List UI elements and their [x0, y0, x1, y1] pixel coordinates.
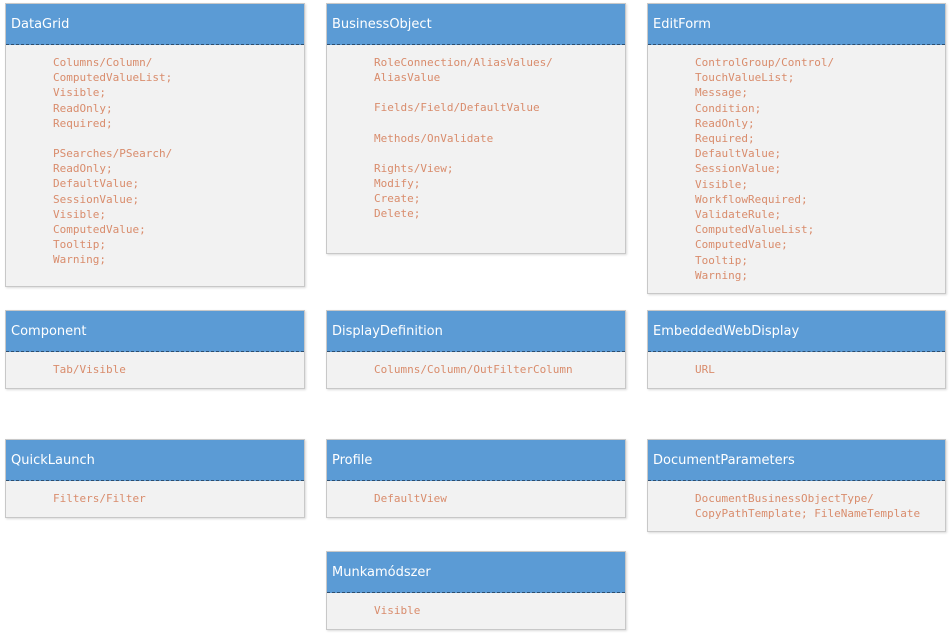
box-title: EditForm [648, 4, 945, 45]
box-title: Munkamódszer [327, 552, 625, 593]
property-line: DefaultView [374, 492, 447, 505]
box-title: DisplayDefinition [327, 311, 625, 352]
property-line: Condition; [695, 101, 762, 115]
property-line: Required; [695, 132, 755, 146]
property-group: URL [695, 362, 945, 377]
box-body: Columns/Column/ComputedValueList; Visible… [6, 45, 304, 268]
property-group: Tab/Visible [53, 362, 304, 377]
property-line: DocumentBusinessObjectType/ [695, 492, 874, 505]
box-body: Columns/Column/OutFilterColumn [327, 352, 625, 377]
property-group: Columns/Column/ComputedValueList; Visible… [53, 55, 304, 131]
box-title: EmbeddedWebDisplay [648, 311, 945, 352]
property-line: Columns/Column/ [53, 56, 153, 69]
property-group: Filters/Filter [53, 491, 304, 506]
box-munkamodszer: Munkamódszer Visible [326, 551, 626, 630]
box-title: Component [6, 311, 304, 352]
property-group: DefaultView [374, 491, 625, 506]
property-line: ComputedValueList; [695, 223, 815, 237]
property-line: Fields/Field/DefaultValue [374, 101, 540, 115]
box-title: Profile [327, 440, 625, 481]
box-body: URL [648, 352, 945, 377]
box-body: Tab/Visible [6, 352, 304, 377]
property-line: Visible; [695, 177, 748, 191]
box-editform: EditForm ControlGroup/Control/TouchValue… [647, 3, 946, 294]
property-line: Visible [374, 604, 421, 617]
property-group: DocumentBusinessObjectType/CopyPathTempl… [695, 491, 945, 521]
property-line: Tooltip; [53, 238, 106, 252]
box-documentparameters: DocumentParameters DocumentBusinessObjec… [647, 439, 946, 532]
property-line: Warning; [53, 253, 106, 267]
property-group: Fields/Field/DefaultValue [374, 100, 625, 115]
property-line: Tooltip; [695, 253, 748, 267]
box-profile: Profile DefaultView [326, 439, 626, 518]
property-group: Visible [374, 603, 625, 618]
box-component: Component Tab/Visible [5, 310, 305, 389]
property-group: Rights/View; Modify; Create; Delete; [374, 161, 625, 222]
property-line: ComputedValueList; [53, 71, 173, 85]
property-line: ControlGroup/Control/ [695, 56, 835, 69]
property-line: Filters/Filter [53, 492, 146, 505]
property-line: TouchValueList; [695, 71, 795, 85]
property-line: Visible; [53, 207, 106, 221]
property-line: DefaultValue; [53, 177, 140, 191]
property-line: ReadOnly; [53, 162, 113, 176]
box-body: ControlGroup/Control/TouchValueList; Mess… [648, 45, 945, 283]
property-line: Create; [374, 192, 421, 206]
property-line: URL [695, 363, 715, 376]
property-line: ComputedValue; [695, 238, 788, 252]
property-group: PSearches/PSearch/ReadOnly; DefaultValue;… [53, 146, 304, 268]
box-quicklaunch: QuickLaunch Filters/Filter [5, 439, 305, 518]
box-displaydefinition: DisplayDefinition Columns/Column/OutFilt… [326, 310, 626, 389]
property-line: Message; [695, 86, 748, 100]
property-line: ReadOnly; [695, 116, 755, 130]
box-title: QuickLaunch [6, 440, 304, 481]
property-line: Warning; [695, 268, 748, 282]
property-line: Visible; [53, 86, 106, 100]
property-line: SessionValue; [695, 162, 782, 176]
box-datagrid: DataGrid Columns/Column/ComputedValueLis… [5, 3, 305, 287]
property-line: Methods/OnValidate [374, 131, 494, 145]
property-line: Delete; [374, 207, 421, 221]
property-line: Columns/Column/OutFilterColumn [374, 363, 573, 376]
box-body: Filters/Filter [6, 481, 304, 506]
box-title: DataGrid [6, 4, 304, 45]
property-line: ComputedValue; [53, 223, 146, 237]
box-businessobject: BusinessObject RoleConnection/AliasValue… [326, 3, 626, 254]
property-line: DefaultValue; [695, 147, 782, 161]
property-line: RoleConnection/AliasValues/ [374, 56, 553, 69]
box-body: DocumentBusinessObjectType/CopyPathTempl… [648, 481, 945, 521]
property-line: PSearches/PSearch/ [53, 147, 173, 161]
property-line: Required; [53, 116, 113, 130]
property-group: RoleConnection/AliasValues/AliasValue [374, 55, 625, 85]
property-group: ControlGroup/Control/TouchValueList; Mess… [695, 55, 945, 283]
property-line: CopyPathTemplate; FileNameTemplate [695, 507, 921, 521]
box-title: DocumentParameters [648, 440, 945, 481]
property-group: Methods/OnValidate [374, 131, 625, 146]
box-body: DefaultView [327, 481, 625, 506]
property-line: Rights/View; [374, 161, 454, 175]
property-line: AliasValue [374, 71, 441, 85]
property-line: ReadOnly; [53, 101, 113, 115]
property-line: WorkflowRequired; [695, 192, 808, 206]
property-line: Modify; [374, 177, 421, 191]
property-line: SessionValue; [53, 192, 140, 206]
property-group: Columns/Column/OutFilterColumn [374, 362, 625, 377]
property-line: ValidateRule; [695, 208, 782, 222]
box-title: BusinessObject [327, 4, 625, 45]
property-line: Tab/Visible [53, 363, 126, 376]
box-body: Visible [327, 593, 625, 618]
box-body: RoleConnection/AliasValues/AliasValue Fie… [327, 45, 625, 222]
box-embeddedwebdisplay: EmbeddedWebDisplay URL [647, 310, 946, 389]
